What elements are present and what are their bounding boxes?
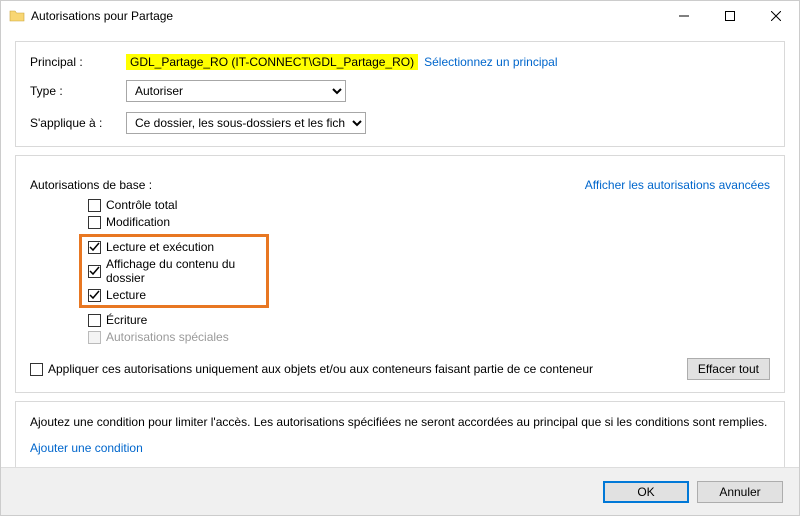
checkbox-icon — [88, 241, 101, 254]
highlighted-permissions: Lecture et exécution Affichage du conten… — [79, 234, 269, 308]
apply-only-checkbox[interactable]: Appliquer ces autorisations uniquement a… — [30, 362, 593, 376]
window-title: Autorisations pour Partage — [31, 9, 661, 23]
condition-description: Ajoutez une condition pour limiter l'acc… — [30, 414, 770, 431]
type-select[interactable]: Autoriser — [126, 80, 346, 102]
select-principal-link[interactable]: Sélectionnez un principal — [424, 55, 557, 69]
close-button[interactable] — [753, 1, 799, 31]
principal-group: Principal : GDL_Partage_RO (IT-CONNECT\G… — [15, 41, 785, 147]
perm-special: Autorisations spéciales — [88, 330, 770, 344]
ok-button[interactable]: OK — [603, 481, 689, 503]
checkbox-icon — [30, 363, 43, 376]
type-label: Type : — [30, 84, 126, 98]
clear-all-button[interactable]: Effacer tout — [687, 358, 770, 380]
checkbox-icon — [88, 265, 101, 278]
perm-read-execute[interactable]: Lecture et exécution — [88, 240, 260, 254]
permissions-group: Autorisations de base : Afficher les aut… — [15, 155, 785, 393]
checkbox-icon — [88, 216, 101, 229]
maximize-button[interactable] — [707, 1, 753, 31]
applies-select[interactable]: Ce dossier, les sous-dossiers et les fic… — [126, 112, 366, 134]
checkbox-icon — [88, 199, 101, 212]
perm-write[interactable]: Écriture — [88, 313, 770, 327]
advanced-permissions-link[interactable]: Afficher les autorisations avancées — [585, 178, 770, 192]
checkbox-icon — [88, 331, 101, 344]
dialog-footer: OK Annuler — [1, 467, 799, 515]
perm-modify[interactable]: Modification — [88, 215, 770, 229]
perm-full-control[interactable]: Contrôle total — [88, 198, 770, 212]
principal-value: GDL_Partage_RO (IT-CONNECT\GDL_Partage_R… — [126, 54, 418, 70]
perm-list-folder[interactable]: Affichage du contenu du dossier — [88, 257, 260, 285]
minimize-button[interactable] — [661, 1, 707, 31]
cancel-button[interactable]: Annuler — [697, 481, 783, 503]
checkbox-icon — [88, 289, 101, 302]
condition-group: Ajoutez une condition pour limiter l'acc… — [15, 401, 785, 467]
permissions-label: Autorisations de base : — [30, 178, 152, 192]
principal-label: Principal : — [30, 55, 126, 69]
perm-read[interactable]: Lecture — [88, 288, 260, 302]
applies-label: S'applique à : — [30, 116, 126, 130]
folder-icon — [9, 8, 25, 24]
add-condition-link[interactable]: Ajouter une condition — [30, 441, 143, 455]
checkbox-icon — [88, 314, 101, 327]
